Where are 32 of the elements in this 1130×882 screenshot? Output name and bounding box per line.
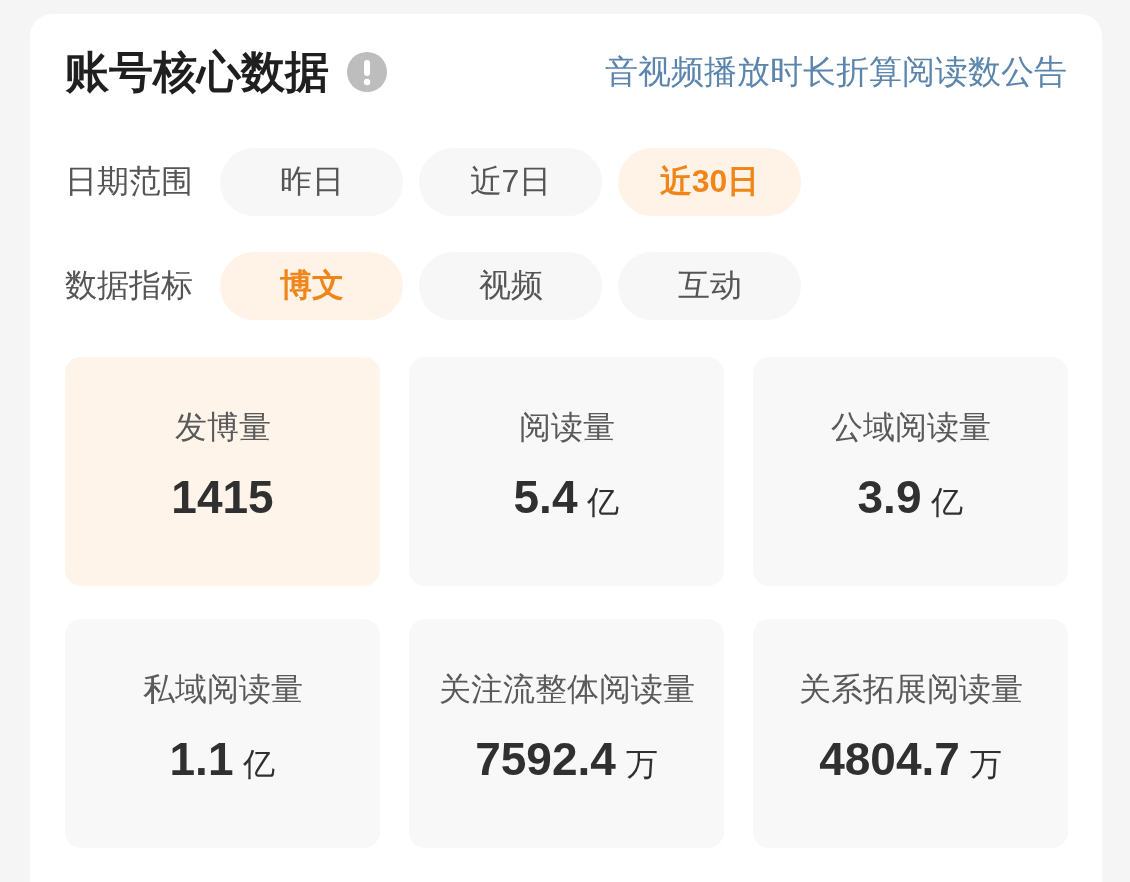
filter-label: 日期范围 <box>65 162 194 201</box>
metric-value: 5.4 <box>513 471 578 523</box>
filter-chip[interactable]: 近7日 <box>419 148 602 216</box>
metric-card[interactable]: 关注流整体阅读量 7592.4 万 <box>409 619 724 848</box>
metric-value: 3.9 <box>857 471 922 523</box>
section-title: 账号核心数据 <box>65 46 329 98</box>
metric-unit: 亿 <box>587 483 620 522</box>
metric-value: 4804.7 <box>819 733 960 785</box>
metric-unit: 万 <box>625 745 658 784</box>
metric-label: 阅读量 <box>518 408 615 447</box>
metric-label: 关系拓展阅读量 <box>798 670 1023 709</box>
metric-card[interactable]: 阅读量 5.4 亿 <box>409 357 724 586</box>
metric-label: 公域阅读量 <box>830 408 991 447</box>
filter-chip[interactable]: 视频 <box>419 252 602 320</box>
metric-card[interactable]: 公域阅读量 3.9 亿 <box>753 357 1068 586</box>
metric-label: 发博量 <box>174 408 271 447</box>
metric-unit: 亿 <box>931 483 964 522</box>
metric-unit: 亿 <box>243 745 276 784</box>
metric-label: 私域阅读量 <box>142 670 303 709</box>
metric-value: 1.1 <box>169 733 234 785</box>
filter-label: 数据指标 <box>65 266 194 305</box>
notice-link[interactable]: 音视频播放时长折算阅读数公告 <box>605 50 1067 94</box>
metric-card[interactable]: 发博量 1415 <box>65 357 380 586</box>
metric-unit: 万 <box>969 745 1002 784</box>
filter-chip[interactable]: 昨日 <box>220 148 403 216</box>
metric-label: 关注流整体阅读量 <box>438 670 695 709</box>
info-icon[interactable] <box>347 52 387 92</box>
metric-value: 7592.4 <box>475 733 616 785</box>
metric-value: 1415 <box>171 471 274 523</box>
metric-card[interactable]: 关系拓展阅读量 4804.7 万 <box>753 619 1068 848</box>
filter-chip[interactable]: 互动 <box>618 252 801 320</box>
metric-card[interactable]: 私域阅读量 1.1 亿 <box>65 619 380 848</box>
